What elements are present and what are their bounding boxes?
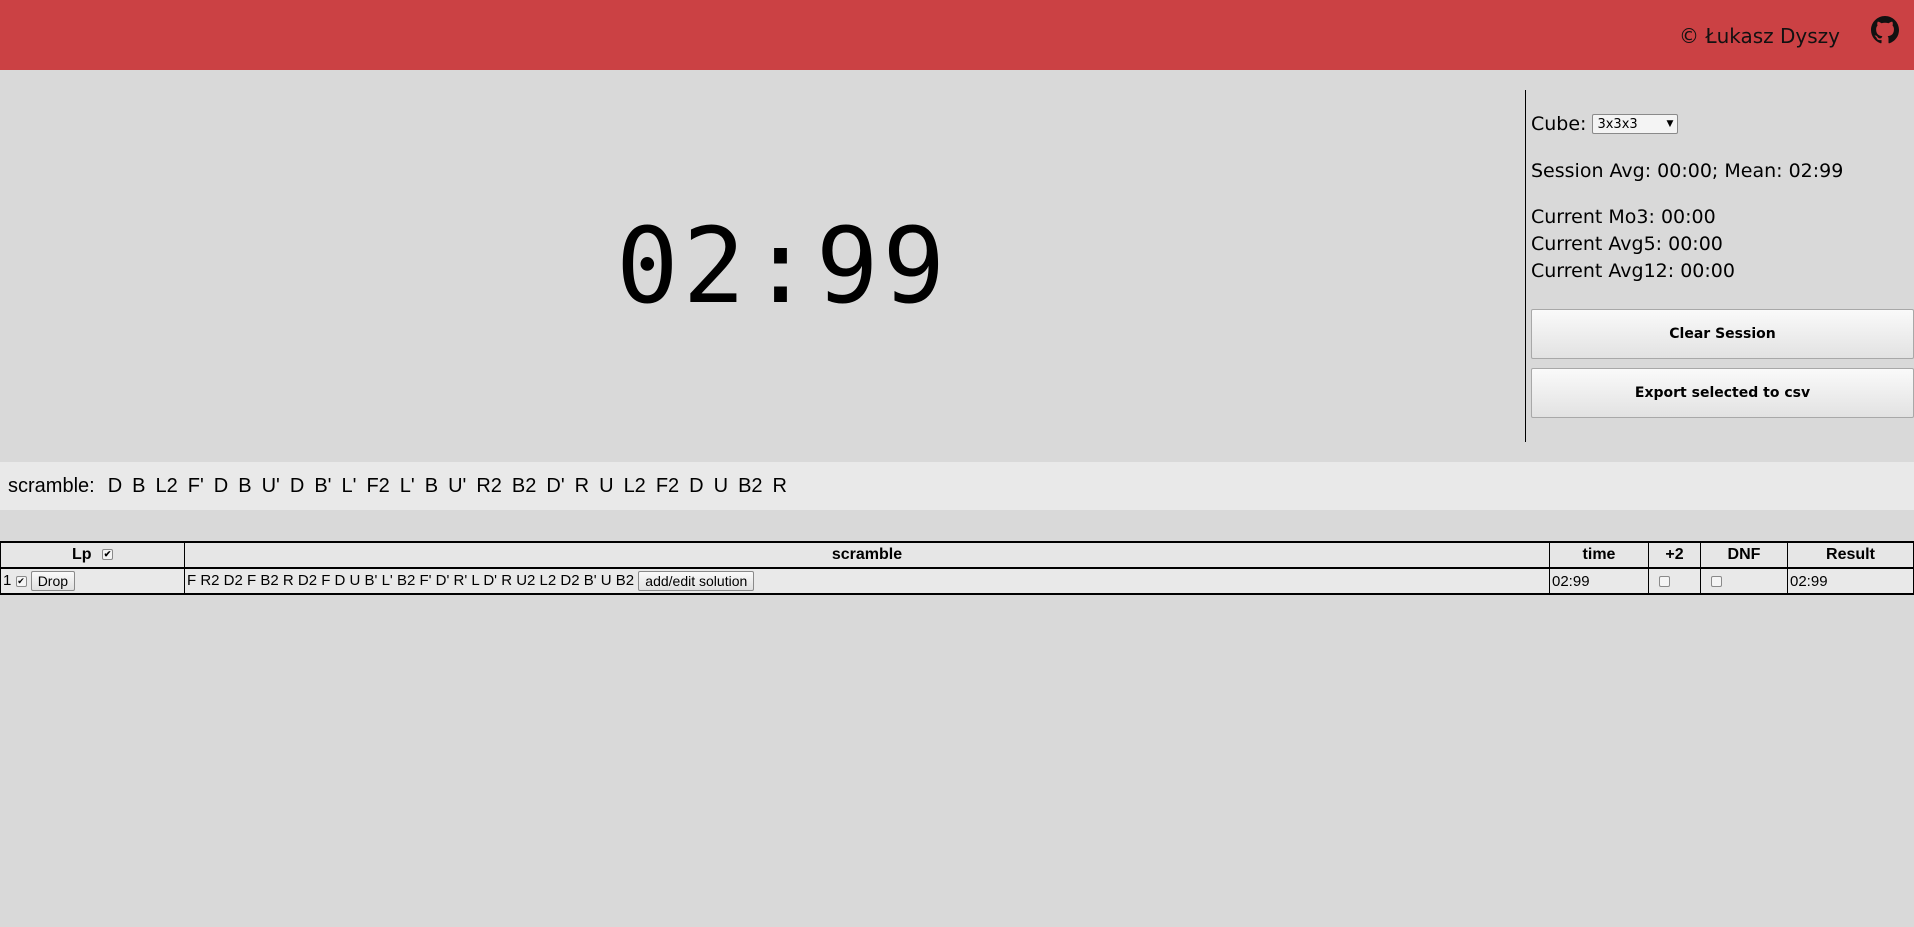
select-all-checkbox[interactable]: ✔ [102,549,113,561]
col-scramble: scramble [184,541,1550,569]
session-summary: Session Avg: 00:00; Mean: 02:99 [1531,160,1844,182]
row-scramble-text: F R2 D2 F B2 R D2 F D U B' L' B2 F' D' R… [187,571,635,589]
col-lp-label: Lp [72,546,92,563]
scramble-move: F' [187,474,204,497]
panel-divider [1525,90,1526,442]
scramble-move: B [424,474,439,497]
scramble-move: D [107,474,123,497]
scramble-move: U [713,474,729,497]
row-select-checkbox[interactable]: ✔ [15,575,27,587]
scramble-bar: scramble: D B L2 F' D B U' D B' L' F2 L' B U' R2 B2 D' R U… [0,462,1914,510]
cube-select-value: 3x3x3 [1597,116,1638,132]
scramble-move: R [574,474,590,497]
drop-button[interactable]: Drop [30,571,76,591]
clear-session-button[interactable]: Clear Session [1531,309,1914,359]
scramble-moves: D B L2 F' D B U' D B' L' F2 L' B U' R2 B2 D' R U L2 F2 D U B2 R [103,475,792,498]
current-mo3: Current Mo3: 00:00 [1531,206,1716,228]
cube-row: Cube: 3x3x3 ▼ [1531,110,1914,138]
add-edit-solution-button[interactable]: add/edit solution [638,571,755,591]
row-plus2-cell [1648,568,1701,595]
export-csv-button[interactable]: Export selected to csv [1531,368,1914,418]
row-number: 1 [3,571,12,589]
current-avg5: Current Avg5: 00:00 [1531,233,1723,255]
plus2-checkbox[interactable] [1659,576,1670,588]
top-bar: © Łukasz Dyszy [0,0,1914,70]
row-time: 02:99 [1549,568,1649,595]
scramble-label: scramble: [8,474,95,497]
cube-label: Cube: [1531,113,1587,135]
row-lp-cell: 1 ✔ Drop [0,568,185,595]
timer-display: 02:99 [616,205,950,327]
stats-panel: Cube: 3x3x3 ▼ Session Avg: 00:00; Mean: … [1531,110,1914,418]
current-avg12: Current Avg12: 00:00 [1531,260,1735,282]
scramble-move: B [132,474,146,497]
scramble-move: U' [261,474,280,497]
copyright-text: © Łukasz Dyszy [1678,24,1840,48]
col-time: time [1549,541,1649,569]
table-row: 1 ✔ Drop F R2 D2 F B2 R D2 F D U B' L' B… [0,568,1914,595]
scramble-move: U' [448,474,467,497]
scramble-move: B [238,474,252,497]
row-scramble-cell: F R2 D2 F B2 R D2 F D U B' L' B2 F' D' R… [184,568,1550,595]
scramble-move: B' [314,474,332,497]
scramble-move: R [772,474,787,497]
scramble-move: D [689,474,704,497]
scramble-move: L' [399,474,415,497]
scramble-move: L2 [155,474,178,497]
scramble-move: F2 [655,474,680,497]
scramble-move: D [289,474,305,497]
scramble-move: F2 [366,474,390,497]
scramble-move: U [599,474,614,497]
scramble-move: D' [546,474,565,497]
scramble-move: D [213,474,229,497]
github-icon[interactable] [1871,16,1899,44]
dnf-checkbox[interactable] [1711,576,1722,588]
row-dnf-cell [1700,568,1788,595]
row-result: 02:99 [1787,568,1914,595]
results-table: Lp ✔ scramble time +2 DNF Result 1 ✔ Dro… [0,541,1914,595]
scramble-move: B2 [511,474,537,497]
col-plus2: +2 [1648,541,1701,569]
scramble-move: L' [341,474,357,497]
scramble-move: R2 [476,474,502,497]
table-header-row: Lp ✔ scramble time +2 DNF Result [0,541,1914,569]
cube-select[interactable]: 3x3x3 ▼ [1592,114,1679,134]
col-result: Result [1787,541,1914,569]
col-dnf: DNF [1700,541,1788,569]
chevron-down-icon: ▼ [1666,119,1674,129]
scramble-move: L2 [623,474,646,497]
col-lp: Lp ✔ [0,541,185,569]
scramble-move: B2 [738,474,763,497]
